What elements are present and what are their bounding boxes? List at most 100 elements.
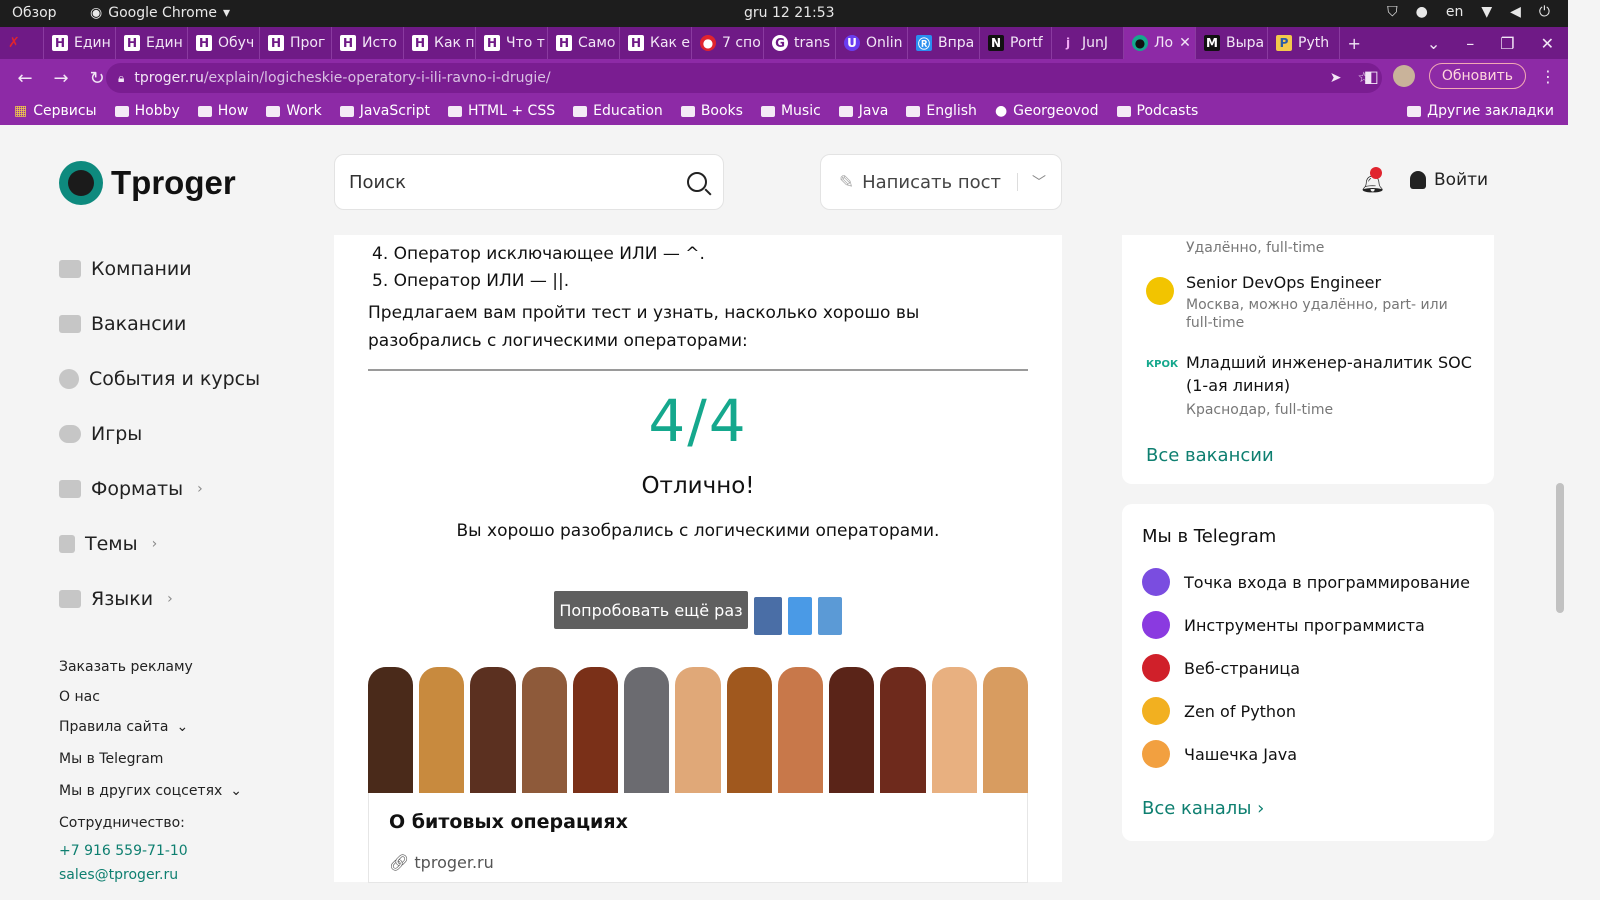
search-input[interactable]: Поиск (334, 154, 724, 210)
all-vacancies-link[interactable]: Все вакансии (1146, 445, 1274, 466)
rules-dropdown[interactable]: Правила сайта ⌄ (59, 711, 242, 743)
tab-search-icon[interactable]: ⌄ (1427, 34, 1440, 53)
bookmark-folder[interactable]: Music (760, 103, 821, 119)
tab-pinned[interactable]: ✗ (0, 27, 44, 59)
browser-tab[interactable]: N Portf (980, 27, 1052, 59)
sidebar-item-companies[interactable]: Компании (59, 241, 319, 296)
bookmark-folder[interactable]: Hobby (114, 103, 180, 119)
update-button[interactable]: Обновить (1428, 63, 1526, 89)
clock[interactable]: gru 12 21:53 (744, 5, 835, 21)
telegram-channel[interactable]: Инструменты программиста (1142, 611, 1425, 639)
page-scrollbar[interactable] (1556, 483, 1564, 613)
sidebar-item-formats[interactable]: Форматы › (59, 461, 319, 516)
search-icon[interactable] (687, 172, 707, 192)
volume-icon[interactable]: ◀ (1510, 4, 1521, 20)
related-article-card[interactable]: О битовых операциях 🔗︎ tproger.ru (368, 793, 1028, 883)
email-link[interactable]: sales@tproger.ru (59, 863, 242, 887)
other-bookmarks[interactable]: Другие закладки (1407, 103, 1554, 119)
bookmark-github[interactable]: ● Georgeovod (995, 103, 1099, 119)
notifications-bell-icon[interactable]: 🔔︎ (1360, 167, 1385, 194)
language-indicator[interactable]: en (1446, 4, 1464, 20)
bookmark-label: Java (858, 103, 889, 119)
forward-button[interactable]: → (50, 68, 72, 89)
sidebar-item-languages[interactable]: Языки › (59, 571, 319, 626)
side-panel-icon[interactable]: ◧ (1364, 67, 1379, 86)
ads-link[interactable]: Заказать рекламу (59, 651, 242, 683)
chevron-down-icon[interactable]: ﹀ (1032, 172, 1046, 192)
sidebar-item-topics[interactable]: Темы › (59, 516, 319, 571)
shield-icon[interactable]: ⛉ (1387, 4, 1398, 20)
sidebar-item-vacancies[interactable]: Вакансии (59, 296, 319, 351)
browser-tab[interactable]: Н Что т (476, 27, 548, 59)
power-icon[interactable]: ⏻ (1539, 4, 1550, 20)
globe-icon[interactable]: ● (1416, 4, 1428, 20)
send-icon[interactable]: ➤ (1330, 70, 1342, 86)
bookmark-folder[interactable]: JavaScript (339, 103, 430, 119)
write-post-button[interactable]: ✎ Написать пост ﹀ (820, 154, 1062, 210)
browser-tab[interactable]: Н Как п (404, 27, 476, 59)
facebook-share-button[interactable] (754, 597, 782, 635)
job-item[interactable]: Senior DevOps Engineer Москва, можно уда… (1186, 273, 1476, 332)
browser-tab[interactable]: Н Прог (260, 27, 332, 59)
bookmark-folder[interactable]: Work (266, 103, 322, 119)
browser-tab[interactable]: Ⓡ Впра (908, 27, 980, 59)
vk-share-button[interactable] (818, 597, 842, 635)
address-bar[interactable]: 🔒︎ tproger.ru/explain/logicheskie-operat… (106, 63, 1382, 93)
browser-tab[interactable]: j JunJ (1052, 27, 1124, 59)
browser-tab[interactable]: Н Един (44, 27, 116, 59)
new-tab-button[interactable]: + (1347, 34, 1360, 53)
minimize-button[interactable]: – (1466, 34, 1474, 53)
telegram-channel[interactable]: Веб-страница (1142, 654, 1300, 682)
reload-button[interactable]: ↻ (86, 68, 108, 89)
bookmark-folder[interactable]: How (197, 103, 248, 119)
phone-link[interactable]: +7 916 559-71-10 (59, 839, 242, 863)
bookmark-folder[interactable]: English (906, 103, 977, 119)
tab-favicon: Н (196, 35, 212, 51)
browser-tab-active[interactable]: ● Ло ✕ (1124, 27, 1196, 59)
sidebar-item-games[interactable]: Игры (59, 406, 319, 461)
lock-icon[interactable]: 🔒︎ (118, 71, 124, 86)
browser-tab[interactable]: P Pyth (1268, 27, 1340, 59)
twitter-share-button[interactable] (788, 597, 812, 635)
browser-tab[interactable]: Н Обуч (188, 27, 260, 59)
article-preview-image[interactable] (368, 667, 1028, 793)
browser-tab[interactable]: M Выра (1196, 27, 1268, 59)
retry-quiz-button[interactable]: Попробовать ещё раз (554, 591, 748, 629)
socials-dropdown[interactable]: Мы в других соцсетях ⌄ (59, 775, 242, 807)
wifi-icon[interactable]: ▼ (1481, 4, 1492, 20)
bookmark-folder[interactable]: Java (838, 103, 889, 119)
telegram-link[interactable]: Мы в Telegram (59, 743, 242, 775)
close-icon[interactable]: ✕ (1179, 35, 1191, 51)
app-menu[interactable]: ◉ Google Chrome ▾ (90, 5, 230, 21)
bookmark-folder[interactable]: Education (573, 103, 663, 119)
login-button[interactable]: Войти (1410, 170, 1488, 190)
telegram-channel[interactable]: Чашечка Java (1142, 740, 1297, 768)
bookmark-folder[interactable]: Podcasts (1116, 103, 1198, 119)
about-link[interactable]: О нас (59, 683, 242, 711)
all-channels-link[interactable]: Все каналы › (1142, 798, 1264, 819)
telegram-channel[interactable]: Точка входа в программирование (1142, 568, 1470, 596)
system-tray[interactable]: ⛉ ● en ▼ ◀ ⏻ (1387, 4, 1550, 20)
telegram-channel[interactable]: Zen of Python (1142, 697, 1296, 725)
job-item[interactable]: Младший инженер-аналитик SOC (1-ая линия… (1186, 351, 1476, 419)
sidebar-item-events[interactable]: События и курсы (59, 351, 319, 406)
browser-tab[interactable]: Н Как е (620, 27, 692, 59)
menu-icon[interactable]: ⋮ (1540, 67, 1556, 86)
bookmark-folder[interactable]: Books (680, 103, 743, 119)
tab-favicon: Н (52, 35, 68, 51)
browser-tab[interactable]: Н Исто (332, 27, 404, 59)
browser-tab[interactable]: Gtrans (764, 27, 836, 59)
activities-button[interactable]: Обзор (12, 5, 57, 21)
site-logo[interactable]: Tproger (59, 161, 236, 205)
browser-tab[interactable]: Н Един (116, 27, 188, 59)
job-item[interactable]: Удалённо, full-time (1186, 235, 1324, 257)
profile-avatar[interactable] (1392, 65, 1415, 87)
browser-tab[interactable]: ● 7 спо (692, 27, 764, 59)
bookmark-apps[interactable]: ▦ Сервисы (14, 103, 97, 119)
browser-tab[interactable]: Н Само (548, 27, 620, 59)
browser-tab[interactable]: U Onlin (836, 27, 908, 59)
maximize-button[interactable]: ❐ (1500, 34, 1514, 53)
bookmark-folder[interactable]: HTML + CSS (447, 103, 555, 119)
close-window-button[interactable]: ✕ (1541, 34, 1554, 53)
back-button[interactable]: ← (14, 68, 36, 89)
